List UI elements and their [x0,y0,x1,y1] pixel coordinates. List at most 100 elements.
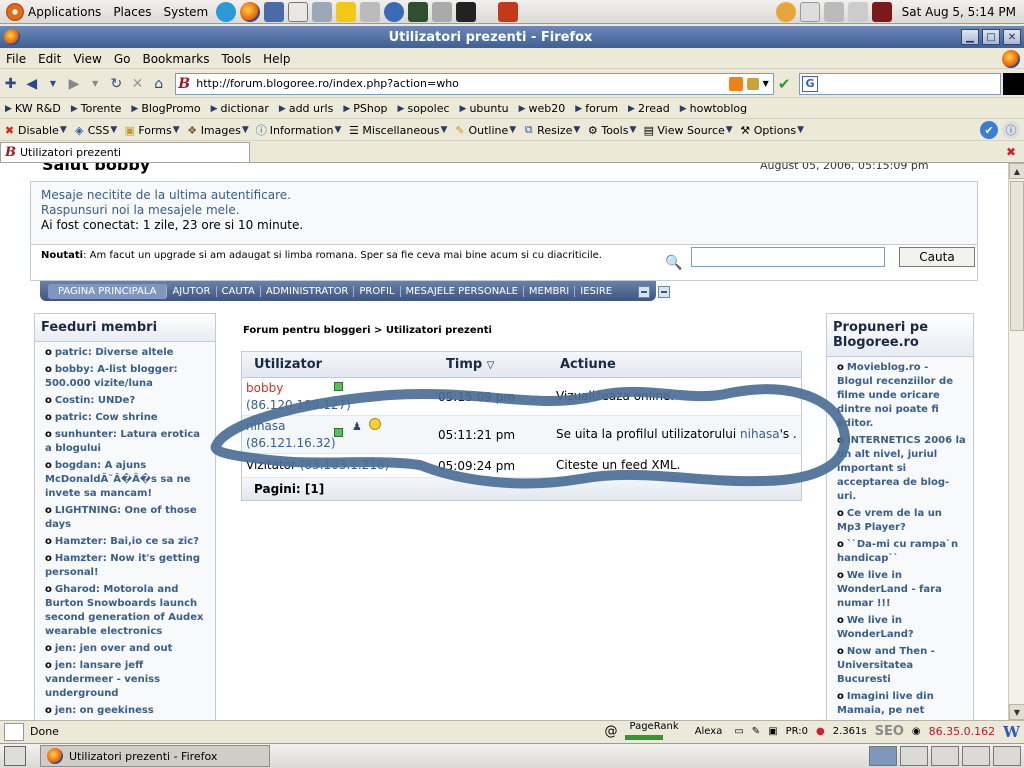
bookmark-folder[interactable]: ▶ howtoblog [675,102,752,115]
workspace-2[interactable] [900,746,928,766]
user-link[interactable]: bobby [246,381,283,395]
feed-list-item[interactable]: o jen: jen over and out [45,642,209,656]
menu-search[interactable]: CAUTA [217,285,261,297]
taskbar-item-firefox[interactable]: Utilizatori prezenti - Firefox [40,745,270,767]
bookmark-folder[interactable]: ▶ dictionar [206,102,274,115]
window-title-bar[interactable]: Utilizatori prezenti - Firefox ▁ □ ✕ [0,26,1024,48]
w-icon[interactable]: W [999,723,1024,741]
close-button[interactable]: ✕ [1003,29,1021,45]
feed-list-item[interactable]: o Hamzter: Bai,io ce sa zic? [45,535,209,549]
bookmark-folder[interactable]: ▶ ubuntu [455,102,514,115]
google-icon[interactable]: G [801,75,818,92]
notes-icon[interactable] [799,1,820,22]
bookmark-folder[interactable]: ▶ add urls [274,102,338,115]
menu-help[interactable]: AJUTOR [167,285,217,297]
page-link[interactable]: [1] [305,482,324,496]
url-bar[interactable]: B http://forum.blogoree.ro/index.php?act… [175,72,774,95]
ip-link[interactable]: (86.121.16.32) [246,436,336,450]
wd-information[interactable]: ⓘ Information ▼ [252,124,345,138]
wd-css[interactable]: ◈ CSS ▼ [70,124,121,137]
menu-edit[interactable]: Edit [32,52,67,66]
menu-tools[interactable]: Tools [216,52,258,66]
workspace-3[interactable] [931,746,959,766]
status-flag-icon[interactable]: ● [812,726,829,737]
home-button[interactable]: ⌂ [150,75,167,93]
menu-bookmarks[interactable]: Bookmarks [136,52,215,66]
feed-list-item[interactable]: o jen: lansare jeff vandermeer - veniss u… [45,659,209,701]
trash-icon[interactable] [993,746,1021,766]
screenshot-launcher-icon[interactable] [432,1,453,22]
wd-options[interactable]: ⚒ Options ▼ [736,124,807,137]
pagerank-widget[interactable]: PageRank [621,721,686,743]
menu-profile[interactable]: PROFIL [354,285,401,297]
feed-list-item[interactable]: o We live in WonderLand? [837,614,967,642]
validate-check-icon[interactable]: ✔ [980,121,998,139]
bookmark-folder[interactable]: ▶ PShop [338,102,392,115]
wd-images[interactable]: ❖ Images ▼ [183,124,252,137]
forum-search-input[interactable] [691,247,885,267]
web-launcher-icon[interactable] [384,1,405,22]
firefox-icon[interactable] [4,29,20,45]
add-bookmark-icon[interactable]: ✚ [2,75,19,93]
system-menu[interactable]: System [157,0,214,24]
workspace-4[interactable] [962,746,990,766]
back-dropdown-icon[interactable]: ▼ [44,75,61,93]
volume-icon[interactable] [847,1,868,22]
network-launcher-icon[interactable] [312,1,333,22]
wd-forms[interactable]: ▣ Forms ▼ [120,124,182,137]
bookmark-folder[interactable]: ▶ sopolec [393,102,455,115]
edit-icon[interactable]: ✎ [748,726,764,737]
collapse-icon[interactable] [658,286,670,298]
at-icon[interactable]: @ [600,724,621,739]
wd-tools[interactable]: ⚙ Tools ▼ [583,124,639,137]
logout-icon[interactable] [871,1,892,22]
feed-list-item[interactable]: o patric: Cow shrine [45,411,209,425]
wd-disable[interactable]: ✖ Disable ▼ [0,124,70,137]
minimize-button[interactable]: ▁ [961,29,979,45]
feed-list-item[interactable]: o sunhunter: Latura erotica a blogului [45,428,209,456]
blog-launcher-icon[interactable] [336,1,357,22]
url-text[interactable]: http://forum.blogoree.ro/index.php?actio… [196,77,459,90]
user-icon[interactable] [775,1,796,22]
feed-list-item[interactable]: o ``Da-mi cu rampa`n handicap`` [837,538,967,566]
ip-link[interactable]: (86.120.189.127) [246,398,351,412]
monitor-launcher-icon[interactable] [408,1,429,22]
wd-view-source[interactable]: ▤ View Source ▼ [639,124,735,137]
firefox-launcher-icon[interactable] [240,1,261,22]
breadcrumb-home-link[interactable]: Forum pentru bloggeri [243,325,371,336]
stop-button[interactable]: ✕ [129,75,146,93]
security-icon[interactable] [746,77,759,90]
back-button[interactable]: ◀ [23,75,40,93]
mail-launcher-icon[interactable] [264,1,285,22]
clock[interactable]: Sat Aug 5, 5:14 PM [894,5,1024,19]
bookmark-folder[interactable]: ▶ 2read [623,102,675,115]
places-menu[interactable]: Places [107,0,157,24]
feed-list-item[interactable]: o jen: on geekiness [45,704,209,718]
menu-help[interactable]: Help [257,52,296,66]
game-launcher-icon[interactable] [498,1,519,22]
feed-list-item[interactable]: o Gharod: Motorola and Burton Snowboards … [45,583,209,639]
bookmark-folder[interactable]: ▶ KW R&D [0,102,66,115]
go-button[interactable]: ✔ [778,75,795,93]
alexa-widget[interactable]: Alexa [687,726,731,737]
collapse-icon[interactable] [638,286,650,298]
terminal-launcher-icon[interactable] [456,1,477,22]
pm-icon[interactable]: ♟ [352,418,362,435]
col-user-header[interactable]: Utilizator [242,357,432,372]
menu-admin[interactable]: ADMINISTRATOR [261,285,355,297]
lock-icon[interactable]: ▣ [764,726,781,737]
menu-home[interactable]: PAGINA PRINCIPALA [48,283,168,299]
search-button[interactable]: Cauta [899,247,975,267]
action-user-link[interactable]: nihasa [740,427,780,441]
text-editor-launcher-icon[interactable] [288,1,309,22]
page-icon[interactable]: ▭ [730,726,747,737]
toolbar-info-icon[interactable]: ⓘ [1002,121,1020,139]
feed-list-item[interactable]: o Now and Then - Universitatea Bucuresti [837,645,967,687]
feed-list-item[interactable]: o Hamzter: Now it's getting personal! [45,552,209,580]
ip-link[interactable]: (83.103.1.218) [300,458,390,472]
scroll-down-icon[interactable]: ▼ [1009,704,1024,720]
bookmark-folder[interactable]: ▶ BlogPromo [126,102,205,115]
feed-list-item[interactable]: o Costin: UNDe? [45,394,209,408]
feed-list-item[interactable]: o Movieblog.ro - Blogul recenziilor de fi… [837,361,967,431]
menu-file[interactable]: File [0,52,32,66]
